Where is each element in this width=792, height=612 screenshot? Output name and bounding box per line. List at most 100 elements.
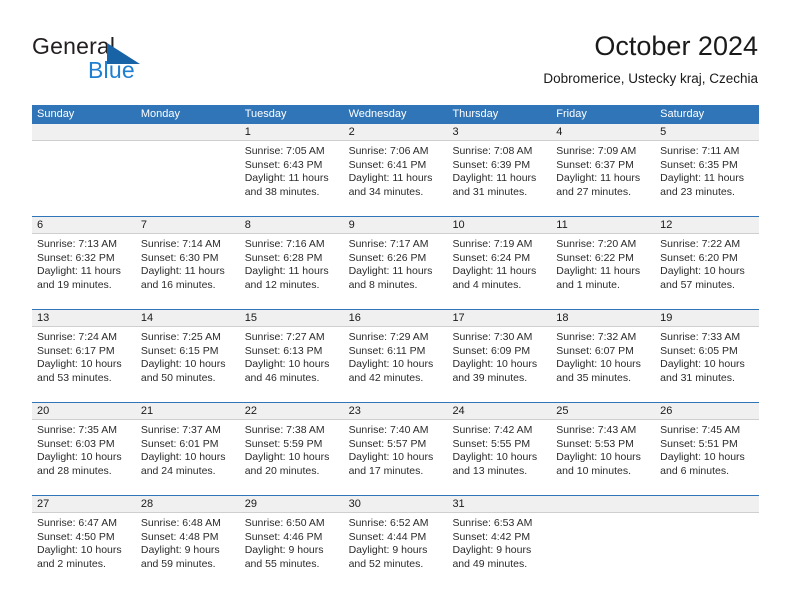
- calendar-day-cell[interactable]: 11 Sunrise: 7:20 AM Sunset: 6:22 PM Dayligh…: [551, 217, 656, 309]
- calendar-day-cell[interactable]: 31 Sunrise: 6:53 AM Sunset: 4:42 PM Dayligh…: [447, 496, 552, 588]
- week-cells: 6 Sunrise: 7:13 AM Sunset: 6:32 PM Daylight…: [32, 217, 760, 309]
- weekday-header-saturday: Saturday: [660, 108, 705, 120]
- day-number: 4: [556, 126, 563, 138]
- calendar-day-cell-empty: [655, 496, 760, 588]
- daylight-text-cont: and 59 minutes.: [140, 557, 216, 570]
- calendar-day-cell[interactable]: 29 Sunrise: 6:50 AM Sunset: 4:46 PM Dayligh…: [239, 496, 344, 588]
- sunset-text: Sunset: 6:17 PM: [37, 344, 115, 357]
- day-number: 15: [244, 312, 257, 324]
- calendar-day-cell[interactable]: 21 Sunrise: 7:37 AM Sunset: 6:01 PM Dayligh…: [135, 403, 240, 495]
- calendar-day-cell[interactable]: 22 Sunrise: 7:38 AM Sunset: 5:59 PM Dayligh…: [239, 403, 344, 495]
- day-detail-body: Sunrise: 7:32 AM Sunset: 6:07 PM Daylight:…: [551, 327, 655, 385]
- daylight-text-cont: and 24 minutes.: [140, 464, 216, 477]
- sunrise-text: Sunrise: 7:37 AM: [140, 424, 221, 436]
- weekday-header-wednesday: Wednesday: [348, 108, 407, 120]
- calendar-day-cell[interactable]: 3 Sunrise: 7:08 AM Sunset: 6:39 PM Daylight…: [447, 124, 552, 216]
- daylight-text-cont: and 55 minutes.: [244, 557, 320, 570]
- day-number: 28: [140, 498, 154, 510]
- daylight-text: Daylight: 9 hours: [244, 544, 324, 557]
- calendar-day-cell[interactable]: 17 Sunrise: 7:30 AM Sunset: 6:09 PM Dayligh…: [447, 310, 552, 402]
- sunset-text: Sunset: 4:46 PM: [244, 530, 323, 543]
- calendar-day-cell[interactable]: 16 Sunrise: 7:29 AM Sunset: 6:11 PM Dayligh…: [343, 310, 448, 402]
- sunrise-text: Sunrise: 7:40 AM: [348, 424, 429, 436]
- logo-text-blue: Blue: [88, 57, 135, 83]
- general-blue-logo[interactable]: General Blue: [32, 33, 252, 89]
- day-detail-body: Sunrise: 7:24 AM Sunset: 6:17 PM Daylight:…: [32, 327, 136, 385]
- daylight-text-cont: and 19 minutes.: [37, 278, 112, 291]
- calendar-day-cell[interactable]: 9 Sunrise: 7:17 AM Sunset: 6:26 PM Daylight…: [343, 217, 448, 309]
- daylight-text: Daylight: 11 hours: [348, 172, 433, 185]
- day-detail-body: [32, 141, 136, 145]
- calendar-day-cell[interactable]: 5 Sunrise: 7:11 AM Sunset: 6:35 PM Daylight…: [655, 124, 760, 216]
- sunset-text: Sunset: 5:57 PM: [348, 437, 427, 450]
- daylight-text-cont: and 39 minutes.: [452, 371, 528, 384]
- sunrise-text: Sunrise: 7:38 AM: [244, 424, 325, 436]
- sunrise-text: Sunrise: 7:33 AM: [660, 331, 741, 343]
- day-detail-body: [551, 513, 655, 517]
- daylight-text: Daylight: 11 hours: [452, 265, 537, 278]
- daylight-text-cont: and 46 minutes.: [244, 371, 320, 384]
- sunset-text: Sunset: 4:42 PM: [452, 530, 531, 543]
- calendar-day-cell[interactable]: 14 Sunrise: 7:25 AM Sunset: 6:15 PM Dayligh…: [135, 310, 240, 402]
- calendar-day-cell[interactable]: 23 Sunrise: 7:40 AM Sunset: 5:57 PM Dayligh…: [343, 403, 448, 495]
- daylight-text-cont: and 2 minutes.: [37, 557, 106, 570]
- calendar-day-cell[interactable]: 27 Sunrise: 6:47 AM Sunset: 4:50 PM Dayligh…: [32, 496, 136, 588]
- page-header: General Blue October 2024 Dobromerice, U…: [0, 0, 792, 100]
- calendar-day-cell[interactable]: 19 Sunrise: 7:33 AM Sunset: 6:05 PM Dayligh…: [655, 310, 760, 402]
- day-detail-body: Sunrise: 7:37 AM Sunset: 6:01 PM Daylight:…: [136, 420, 240, 478]
- day-number: 2: [348, 126, 355, 138]
- sunset-text: Sunset: 6:09 PM: [452, 344, 531, 357]
- sunset-text: Sunset: 6:41 PM: [348, 158, 427, 171]
- day-number-band: 16: [343, 310, 448, 327]
- daylight-text-cont: and 13 minutes.: [452, 464, 528, 477]
- day-number-band: [655, 496, 760, 513]
- day-detail-body: Sunrise: 7:30 AM Sunset: 6:09 PM Daylight:…: [447, 327, 551, 385]
- calendar-day-cell[interactable]: 4 Sunrise: 7:09 AM Sunset: 6:37 PM Daylight…: [551, 124, 656, 216]
- day-number: 12: [660, 219, 673, 231]
- calendar-day-cell[interactable]: 25 Sunrise: 7:43 AM Sunset: 5:53 PM Dayligh…: [551, 403, 656, 495]
- calendar-day-cell[interactable]: 18 Sunrise: 7:32 AM Sunset: 6:07 PM Dayligh…: [551, 310, 656, 402]
- daylight-text: Daylight: 11 hours: [244, 265, 329, 278]
- calendar-day-cell[interactable]: 20 Sunrise: 7:35 AM Sunset: 6:03 PM Dayligh…: [32, 403, 136, 495]
- daylight-text-cont: and 53 minutes.: [37, 371, 112, 384]
- sunrise-text: Sunrise: 7:05 AM: [244, 145, 325, 157]
- day-number-band: 7: [135, 217, 240, 234]
- weekday-header-row: Sunday Monday Tuesday Wednesday Thursday Frid…: [32, 105, 759, 124]
- day-number-band: 27: [32, 496, 136, 513]
- sunset-text: Sunset: 5:53 PM: [556, 437, 634, 450]
- calendar-day-cell[interactable]: 2 Sunrise: 7:06 AM Sunset: 6:41 PM Daylight…: [343, 124, 448, 216]
- week-cells: 27 Sunrise: 6:47 AM Sunset: 4:50 PM Dayligh…: [32, 496, 760, 588]
- daylight-text: Daylight: 10 hours: [140, 451, 226, 464]
- day-number-band: 20: [32, 403, 136, 420]
- calendar-day-cell[interactable]: 10 Sunrise: 7:19 AM Sunset: 6:24 PM Dayligh…: [447, 217, 552, 309]
- weekday-header-monday: Monday: [140, 108, 180, 120]
- sunset-text: Sunset: 6:37 PM: [556, 158, 634, 171]
- calendar-day-cell[interactable]: 7 Sunrise: 7:14 AM Sunset: 6:30 PM Daylight…: [135, 217, 240, 309]
- day-detail-body: Sunrise: 7:20 AM Sunset: 6:22 PM Daylight:…: [551, 234, 655, 292]
- calendar-day-cell[interactable]: 15 Sunrise: 7:27 AM Sunset: 6:13 PM Dayligh…: [239, 310, 344, 402]
- day-detail-body: Sunrise: 7:08 AM Sunset: 6:39 PM Daylight:…: [447, 141, 551, 199]
- day-detail-body: Sunrise: 7:19 AM Sunset: 6:24 PM Daylight:…: [447, 234, 551, 292]
- sunset-text: Sunset: 6:20 PM: [660, 251, 738, 264]
- day-number-band: 12: [655, 217, 760, 234]
- calendar-day-cell[interactable]: 12 Sunrise: 7:22 AM Sunset: 6:20 PM Dayligh…: [655, 217, 760, 309]
- calendar-day-cell[interactable]: 1 Sunrise: 7:05 AM Sunset: 6:43 PM Daylight…: [239, 124, 344, 216]
- day-number: 16: [348, 312, 361, 324]
- daylight-text: Daylight: 9 hours: [348, 544, 428, 557]
- sunrise-text: Sunrise: 7:06 AM: [348, 145, 429, 157]
- calendar-day-cell[interactable]: 8 Sunrise: 7:16 AM Sunset: 6:28 PM Daylight…: [239, 217, 344, 309]
- day-number: 5: [660, 126, 667, 138]
- calendar-day-cell[interactable]: 26 Sunrise: 7:45 AM Sunset: 5:51 PM Dayligh…: [655, 403, 760, 495]
- calendar-day-cell[interactable]: 30 Sunrise: 6:52 AM Sunset: 4:44 PM Dayligh…: [343, 496, 448, 588]
- day-detail-body: [136, 141, 240, 145]
- sunset-text: Sunset: 5:59 PM: [244, 437, 323, 450]
- daylight-text-cont: and 4 minutes.: [452, 278, 522, 291]
- sunrise-text: Sunrise: 7:11 AM: [660, 145, 740, 157]
- calendar-day-cell[interactable]: 13 Sunrise: 7:24 AM Sunset: 6:17 PM Dayligh…: [32, 310, 136, 402]
- day-number: 23: [348, 405, 361, 417]
- calendar-day-cell[interactable]: 24 Sunrise: 7:42 AM Sunset: 5:55 PM Dayligh…: [447, 403, 552, 495]
- calendar-day-cell[interactable]: 28 Sunrise: 6:48 AM Sunset: 4:48 PM Dayligh…: [135, 496, 240, 588]
- day-number-band: 25: [551, 403, 656, 420]
- calendar-day-cell[interactable]: 6 Sunrise: 7:13 AM Sunset: 6:32 PM Daylight…: [32, 217, 136, 309]
- daylight-text: Daylight: 10 hours: [452, 358, 538, 371]
